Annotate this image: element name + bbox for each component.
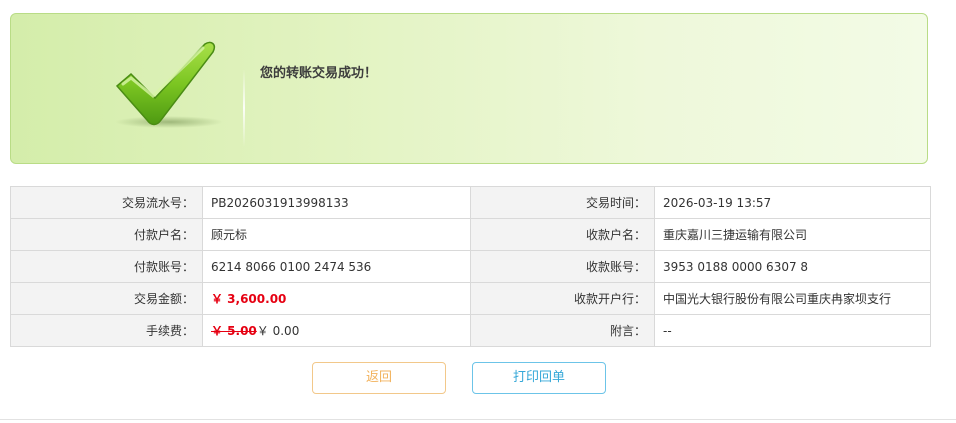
success-message: 您的转账交易成功！ bbox=[260, 66, 378, 81]
success-banner: 您的转账交易成功！ bbox=[10, 13, 928, 164]
table-row: 交易流水号： PB2026031913998133 交易时间： 2026-03-… bbox=[10, 186, 931, 219]
payer-name-label: 付款户名： bbox=[10, 218, 203, 251]
amount-label: 交易金额： bbox=[10, 282, 203, 315]
banner-divider bbox=[243, 69, 245, 147]
transaction-details-table: 交易流水号： PB2026031913998133 交易时间： 2026-03-… bbox=[10, 186, 931, 347]
remark-label: 附言： bbox=[470, 314, 655, 347]
fee-original-value: ￥ 5.00 bbox=[211, 324, 257, 338]
payee-name-value: 重庆嘉川三捷运输有限公司 bbox=[654, 218, 931, 251]
payer-account-label: 付款账号： bbox=[10, 250, 203, 283]
payee-bank-label: 收款开户行： bbox=[470, 282, 655, 315]
back-button[interactable]: 返回 bbox=[312, 362, 446, 394]
payer-account-value: 6214 8066 0100 2474 536 bbox=[202, 250, 471, 283]
table-row: 手续费： ￥ 5.00￥ 0.00 附言： -- bbox=[10, 314, 931, 347]
serial-number-label: 交易流水号： bbox=[10, 186, 203, 219]
payer-name-value: 顾元标 bbox=[202, 218, 471, 251]
transaction-time-label: 交易时间： bbox=[470, 186, 655, 219]
check-icon bbox=[107, 34, 227, 134]
payee-name-label: 收款户名： bbox=[470, 218, 655, 251]
amount-value: ￥ 3,600.00 bbox=[211, 292, 287, 306]
serial-number-value: PB2026031913998133 bbox=[202, 186, 471, 219]
table-row: 付款账号： 6214 8066 0100 2474 536 收款账号： 3953… bbox=[10, 250, 931, 283]
remark-value: -- bbox=[654, 314, 931, 347]
transaction-time-value: 2026-03-19 13:57 bbox=[654, 186, 931, 219]
table-row: 交易金额： ￥ 3,600.00 收款开户行： 中国光大银行股份有限公司重庆冉家… bbox=[10, 282, 931, 315]
print-receipt-button[interactable]: 打印回单 bbox=[472, 362, 606, 394]
payee-account-value: 3953 0188 0000 6307 8 bbox=[654, 250, 931, 283]
fee-actual-value: ￥ 0.00 bbox=[256, 324, 300, 338]
fee-label: 手续费： bbox=[10, 314, 203, 347]
payee-account-label: 收款账号： bbox=[470, 250, 655, 283]
page-divider bbox=[0, 419, 956, 420]
table-row: 付款户名： 顾元标 收款户名： 重庆嘉川三捷运输有限公司 bbox=[10, 218, 931, 251]
payee-bank-value: 中国光大银行股份有限公司重庆冉家坝支行 bbox=[654, 282, 931, 315]
